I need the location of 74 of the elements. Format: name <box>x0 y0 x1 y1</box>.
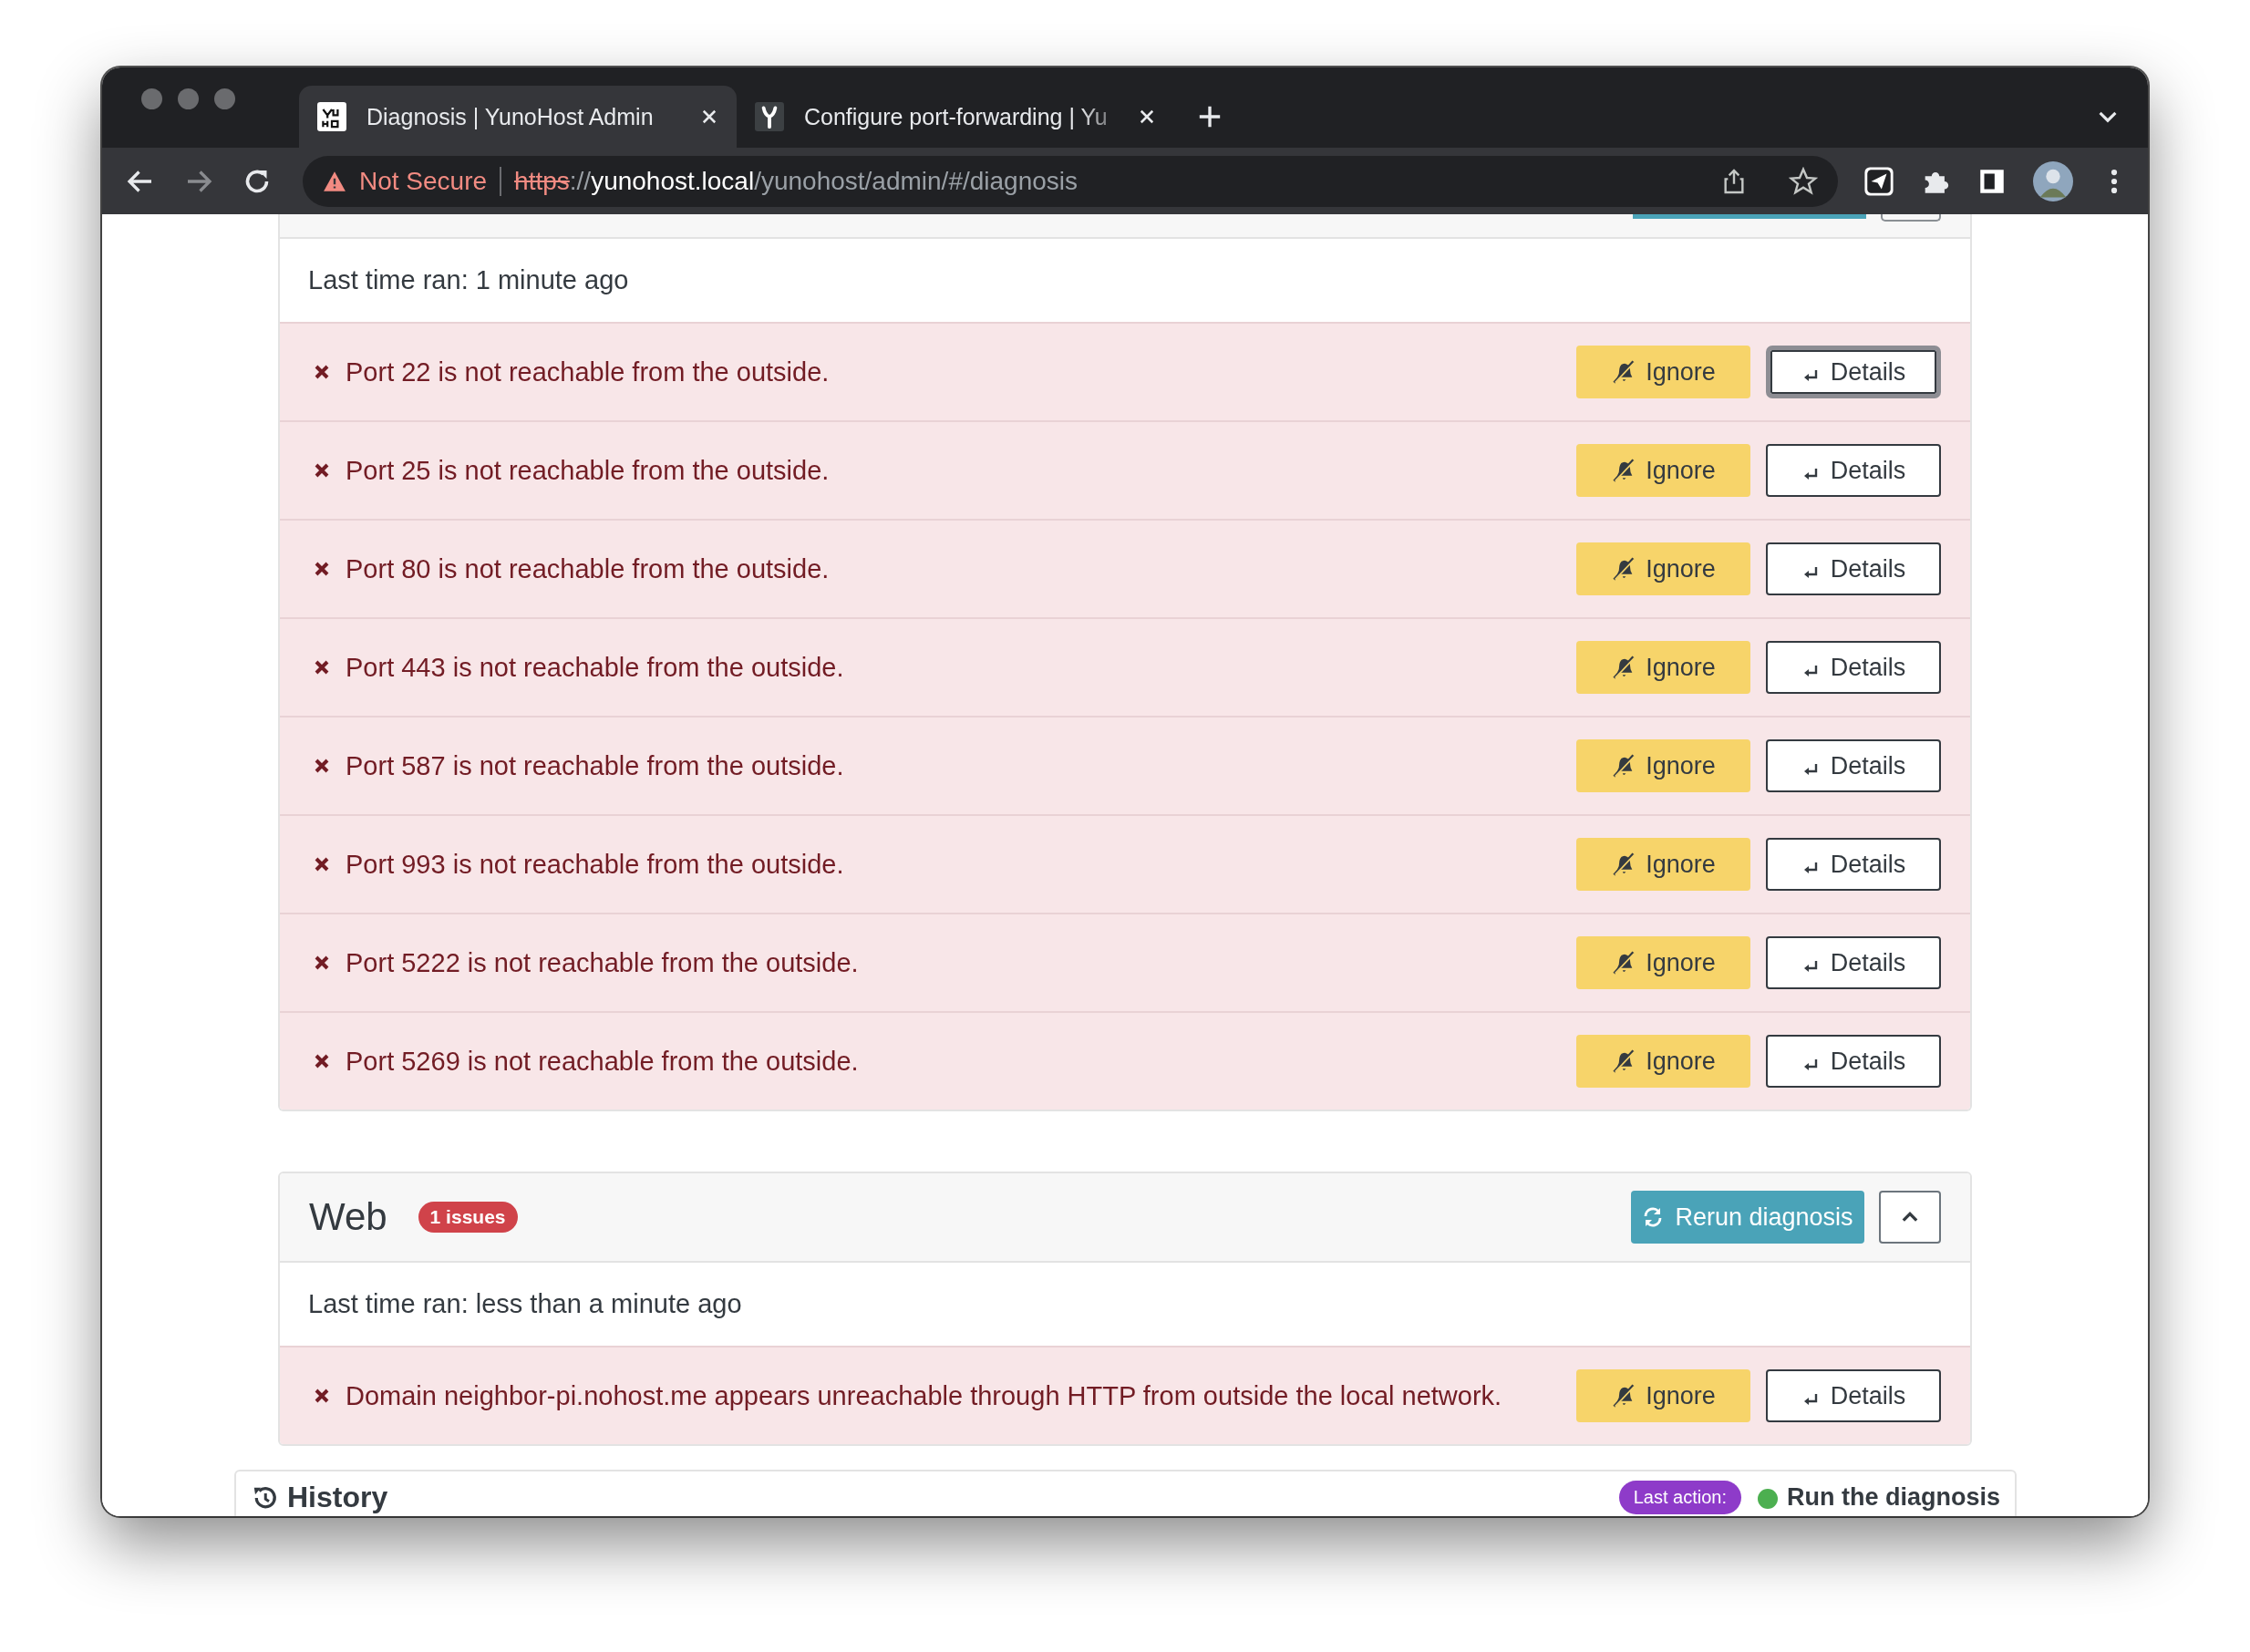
details-button[interactable]: Details <box>1766 936 1941 989</box>
logo-icon <box>317 102 346 131</box>
issues-badge: 1 issues <box>418 1202 518 1233</box>
details-button[interactable]: Details <box>1766 838 1941 891</box>
bell-slash-icon <box>1611 852 1637 877</box>
warning-icon <box>323 170 346 192</box>
details-button[interactable]: Details <box>1766 1035 1941 1088</box>
issue-text: Port 993 is not reachable from the outside. <box>346 849 844 880</box>
issue-text: Port 80 is not reachable from the outside. <box>346 553 830 584</box>
ignore-button[interactable]: Ignore <box>1576 641 1750 694</box>
details-button[interactable]: Details <box>1766 444 1941 497</box>
error-icon <box>313 954 331 972</box>
success-dot <box>1758 1489 1778 1509</box>
send-icon[interactable] <box>1863 165 1894 197</box>
star-icon[interactable] <box>1789 166 1818 196</box>
bell-slash-icon <box>1611 1048 1637 1074</box>
error-icon <box>313 1387 331 1405</box>
bell-slash-icon <box>1611 1383 1637 1409</box>
error-icon <box>313 757 331 775</box>
security-label: Not Secure <box>359 166 488 196</box>
ignore-button[interactable]: Ignore <box>1576 936 1750 989</box>
error-icon <box>313 461 331 480</box>
tab-title: Diagnosis | YunoHost Admin <box>366 103 655 130</box>
details-button[interactable]: Details <box>1766 1369 1941 1422</box>
bell-slash-icon <box>1611 655 1637 680</box>
issue-text: Port 5222 is not reachable from the outside. <box>346 947 859 978</box>
issue-text: Domain neighbor-pi.nohost.me appears unreachable through HTTP from outside the local network. <box>346 1380 1502 1411</box>
error-icon <box>313 658 331 676</box>
ignore-button[interactable]: Ignore <box>1576 444 1750 497</box>
details-button[interactable]: Details <box>1766 641 1941 694</box>
bell-slash-icon <box>1611 359 1637 385</box>
error-icon <box>313 855 331 873</box>
url-text: https://yunohost.local/yunohost/admin/#/diagnosis <box>514 166 1079 196</box>
issue-text: Port 25 is not reachable from the outside. <box>346 455 830 486</box>
issue-text: Port 22 is not reachable from the outside. <box>346 356 830 387</box>
issue-text: Port 5269 is not reachable from the outside. <box>346 1046 859 1077</box>
window-control-icon[interactable] <box>178 88 199 109</box>
browser-tab[interactable]: Diagnosis | YunoHost Admin <box>299 86 737 148</box>
tab-title: Configure port-forwarding | Yu <box>804 103 1109 130</box>
last-run-text: Last time ran: 1 minute ago <box>307 264 630 296</box>
window-control-icon[interactable] <box>141 88 162 109</box>
button-edge[interactable] <box>1881 214 1941 222</box>
ignore-button[interactable]: Ignore <box>1576 1369 1750 1422</box>
bell-slash-icon <box>1611 556 1637 582</box>
bell-slash-icon <box>1611 458 1637 483</box>
collapse-button[interactable] <box>1879 1191 1941 1244</box>
fork-icon <box>755 102 784 131</box>
card-title: Web <box>309 1195 387 1239</box>
window-control-icon[interactable] <box>214 88 235 109</box>
last-action-text: Run the diagnosis <box>1787 1483 2000 1512</box>
details-button[interactable]: Details <box>1766 346 1941 398</box>
details-button[interactable]: Details <box>1766 739 1941 792</box>
error-icon <box>313 1052 331 1070</box>
bell-slash-icon <box>1611 950 1637 976</box>
close-icon[interactable] <box>700 108 718 126</box>
last-action-badge: Last action: <box>1618 1481 1741 1514</box>
ignore-button[interactable]: Ignore <box>1576 838 1750 891</box>
bell-slash-icon <box>1611 753 1637 779</box>
ignore-button[interactable]: Ignore <box>1576 739 1750 792</box>
ignore-button[interactable]: Ignore <box>1576 346 1750 398</box>
error-icon <box>313 363 331 381</box>
avatar-icon[interactable] <box>2033 160 2073 201</box>
ignore-button[interactable]: Ignore <box>1576 542 1750 595</box>
last-run-text: Last time ran: less than a minute ago <box>307 1288 743 1320</box>
issue-text: Port 587 is not reachable from the outside. <box>346 750 844 781</box>
close-icon[interactable] <box>1138 108 1156 126</box>
history-title: History <box>287 1481 388 1514</box>
browser-tab[interactable]: Configure port-forwarding | Yu <box>737 86 1174 148</box>
new-tab-icon[interactable] <box>1197 104 1223 129</box>
details-button[interactable]: Details <box>1766 542 1941 595</box>
issue-text: Port 443 is not reachable from the outside. <box>346 652 844 683</box>
ignore-button[interactable]: Ignore <box>1576 1035 1750 1088</box>
address-field[interactable]: Not Secure https://yunohost.local/yunohost/admin/#/diagnosis <box>303 155 1838 207</box>
error-icon <box>313 560 331 578</box>
